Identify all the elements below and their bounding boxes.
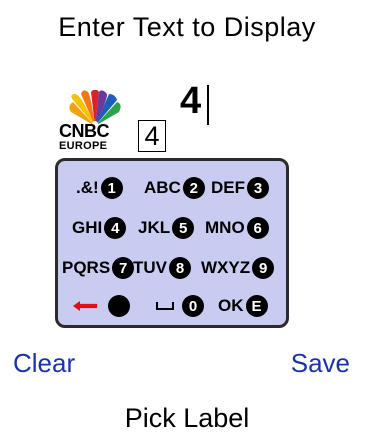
clear-softkey[interactable]: Clear [13, 348, 75, 379]
logo-region: EUROPE [59, 140, 108, 152]
backspace-arrow-icon [72, 301, 98, 311]
screen-title: Enter Text to Display [58, 12, 316, 42]
key-8-number: 8 [169, 257, 191, 279]
key-4[interactable]: GHI 4 [72, 213, 127, 243]
key-2[interactable]: ABC 2 [144, 173, 205, 203]
key-1-letters: .&! [76, 178, 99, 197]
key-6[interactable]: MNO 6 [205, 213, 269, 243]
key-4-number: 4 [104, 217, 127, 239]
backspace-key[interactable] [68, 291, 130, 321]
key-3-letters: DEF [211, 178, 245, 197]
ok-key[interactable]: OK E [218, 291, 268, 321]
keypad-row-2: GHI 4 JKL 5 MNO 6 [58, 213, 286, 249]
keypad-row-1: .&! 1 ABC 2 DEF 3 [58, 173, 286, 209]
display-text-input[interactable]: 4 [180, 80, 201, 123]
key-7-letters: PQRS [62, 258, 111, 277]
key-6-number: 6 [246, 217, 269, 239]
ok-key-symbol: E [245, 295, 268, 317]
pick-label-softkey[interactable]: Pick Label [0, 403, 374, 434]
save-softkey[interactable]: Save [291, 348, 350, 379]
key-2-number: 2 [182, 177, 205, 199]
entry-preview-box: 4 [138, 120, 166, 152]
key-6-letters: MNO [205, 218, 245, 237]
key-8[interactable]: TUV 8 [133, 253, 191, 283]
key-8-letters: TUV [133, 258, 167, 277]
cnbc-wordmark: CNBC EUROPE [59, 122, 131, 152]
key-4-letters: GHI [72, 218, 103, 237]
key-5[interactable]: JKL 5 [138, 213, 195, 243]
key-1[interactable]: .&! 1 [76, 173, 123, 203]
key-9-number: 9 [252, 257, 275, 279]
keypad-help: .&! 1 ABC 2 DEF 3 GHI 4 JKL 5 MNO 6 PQRS… [55, 158, 289, 328]
key-9[interactable]: WXYZ 9 [201, 253, 275, 283]
ok-key-label: OK [218, 296, 244, 315]
key-9-letters: WXYZ [201, 258, 251, 277]
space-icon [156, 302, 174, 310]
key-1-number: 1 [100, 177, 123, 199]
key-7[interactable]: PQRS 7 [62, 253, 135, 283]
key-0[interactable]: 0 [150, 291, 204, 321]
keypad-row-3: PQRS 7 TUV 8 WXYZ 9 [58, 253, 286, 289]
key-3[interactable]: DEF 3 [211, 173, 269, 203]
key-5-letters: JKL [138, 218, 171, 237]
keypad-row-4: 0 OK E [58, 291, 286, 327]
key-7-number: 7 [112, 257, 135, 279]
key-0-number: 0 [182, 295, 204, 317]
key-3-number: 3 [247, 177, 269, 199]
key-2-letters: ABC [144, 178, 181, 197]
key-5-number: 5 [172, 217, 195, 239]
text-cursor [207, 85, 209, 125]
logo-brand: CNBC [59, 121, 110, 141]
key-star-icon [108, 295, 130, 317]
